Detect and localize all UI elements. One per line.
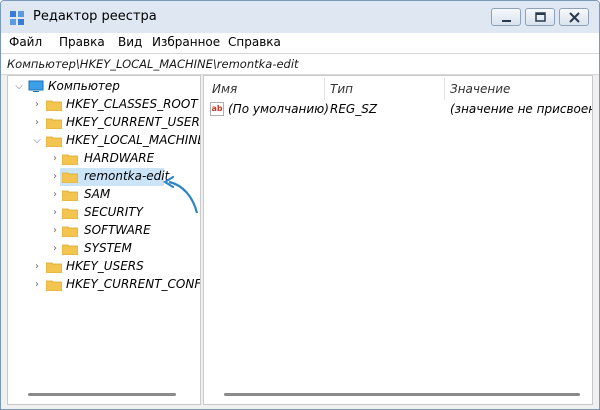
- chevron-right-icon[interactable]: ›: [50, 171, 60, 183]
- folder-icon: [62, 190, 78, 201]
- title-bar[interactable]: Редактор реестра: [1, 1, 599, 33]
- tree-node-label: SECURITY: [84, 205, 143, 219]
- folder-icon: [62, 208, 78, 219]
- chevron-right-icon[interactable]: ›: [50, 225, 60, 237]
- menu-edit[interactable]: Правка: [59, 35, 105, 49]
- string-value-icon: ab: [210, 102, 224, 116]
- menu-view[interactable]: Вид: [118, 35, 142, 49]
- tree-node-hkey-classes-root[interactable]: › HKEY_CLASSES_ROOT: [8, 96, 198, 114]
- folder-icon: [46, 100, 62, 111]
- folder-icon: [62, 226, 78, 237]
- chevron-right-icon[interactable]: ›: [50, 243, 60, 255]
- computer-icon: [28, 80, 44, 92]
- registry-editor-window: Редактор реестра Файл Правка Вид Избранн…: [0, 0, 600, 410]
- tree-node-label: HARDWARE: [84, 151, 155, 165]
- tree-node-hkey-current-config[interactable]: › HKEY_CURRENT_CONFIG: [8, 276, 201, 294]
- menu-bar: Файл Правка Вид Избранное Справка: [1, 33, 599, 53]
- column-divider[interactable]: [324, 78, 325, 100]
- close-button[interactable]: [559, 8, 589, 26]
- tree-node-software[interactable]: › SOFTWARE: [8, 222, 198, 240]
- close-icon: [569, 12, 580, 23]
- chevron-right-icon[interactable]: ›: [32, 117, 42, 129]
- folder-icon: [46, 280, 62, 291]
- tree-node-hkey-current-user[interactable]: › HKEY_CURRENT_USER: [8, 114, 200, 132]
- tree-pane[interactable]: ⌵ Компьютер › HKEY_CLASSES_ROOT › HKEY_C…: [7, 75, 201, 405]
- folder-icon: [46, 118, 62, 129]
- chevron-right-icon[interactable]: ›: [50, 207, 60, 219]
- maximize-icon: [535, 12, 546, 22]
- minimize-icon: [502, 20, 511, 22]
- tree-node-label: HKEY_LOCAL_MACHINE: [66, 133, 201, 147]
- chevron-right-icon[interactable]: ›: [32, 99, 42, 111]
- values-pane[interactable]: Имя Тип Значение ab (По умолчанию) REG_S…: [203, 75, 593, 405]
- tree-node-system[interactable]: › SYSTEM: [8, 240, 198, 258]
- column-header-type[interactable]: Тип: [330, 82, 353, 96]
- tree-node-label: HKEY_CURRENT_USER: [66, 115, 200, 129]
- tree-node-label: HKEY_USERS: [66, 259, 144, 273]
- folder-open-icon: [46, 136, 62, 147]
- tree-node-label: HKEY_CURRENT_CONFIG: [66, 277, 201, 291]
- tree-node-label: SYSTEM: [84, 241, 132, 255]
- folder-icon: [62, 172, 78, 183]
- value-name: (По умолчанию): [228, 102, 329, 116]
- menu-file[interactable]: Файл: [9, 35, 42, 49]
- chevron-down-icon[interactable]: ⌵: [14, 81, 24, 93]
- window-title: Редактор реестра: [33, 9, 157, 24]
- chevron-right-icon[interactable]: ›: [32, 279, 42, 291]
- tree-node-label: Компьютер: [48, 79, 120, 93]
- chevron-right-icon[interactable]: ›: [50, 153, 60, 165]
- tree-node-label: HKEY_CLASSES_ROOT: [66, 97, 198, 111]
- registry-editor-icon: [10, 11, 24, 25]
- chevron-right-icon[interactable]: ›: [32, 261, 42, 273]
- tree-node-hkey-local-machine[interactable]: ⌵ HKEY_LOCAL_MACHINE: [8, 132, 201, 150]
- annotation-arrow-icon: [162, 175, 199, 214]
- column-header-value[interactable]: Значение: [450, 82, 510, 96]
- folder-icon: [46, 262, 62, 273]
- value-row[interactable]: ab (По умолчанию) REG_SZ (значение не пр…: [204, 100, 592, 120]
- address-path[interactable]: Компьютер\HKEY_LOCAL_MACHINE\remontka-ed…: [7, 57, 299, 71]
- chevron-down-icon[interactable]: ⌵: [32, 135, 42, 147]
- tree-node-computer[interactable]: ⌵ Компьютер: [8, 78, 198, 96]
- folder-icon: [62, 244, 78, 255]
- menu-favorites[interactable]: Избранное: [152, 35, 220, 49]
- values-horizontal-scrollbar[interactable]: [224, 393, 580, 396]
- tree-node-label: SOFTWARE: [84, 223, 151, 237]
- tree-horizontal-scrollbar[interactable]: [28, 393, 176, 396]
- tree-node-hardware[interactable]: › HARDWARE: [8, 150, 198, 168]
- tree-node-label: SAM: [84, 187, 111, 201]
- address-bar[interactable]: Компьютер\HKEY_LOCAL_MACHINE\remontka-ed…: [1, 53, 599, 75]
- tree-node-hkey-users[interactable]: › HKEY_USERS: [8, 258, 198, 276]
- minimize-button[interactable]: [491, 8, 521, 26]
- maximize-button[interactable]: [525, 8, 555, 26]
- column-divider[interactable]: [444, 78, 445, 100]
- value-data: (значение не присвоено): [450, 102, 593, 116]
- folder-icon: [62, 154, 78, 165]
- menu-help[interactable]: Справка: [228, 35, 281, 49]
- column-header-name[interactable]: Имя: [212, 82, 237, 96]
- chevron-right-icon[interactable]: ›: [50, 189, 60, 201]
- value-type: REG_SZ: [330, 102, 378, 116]
